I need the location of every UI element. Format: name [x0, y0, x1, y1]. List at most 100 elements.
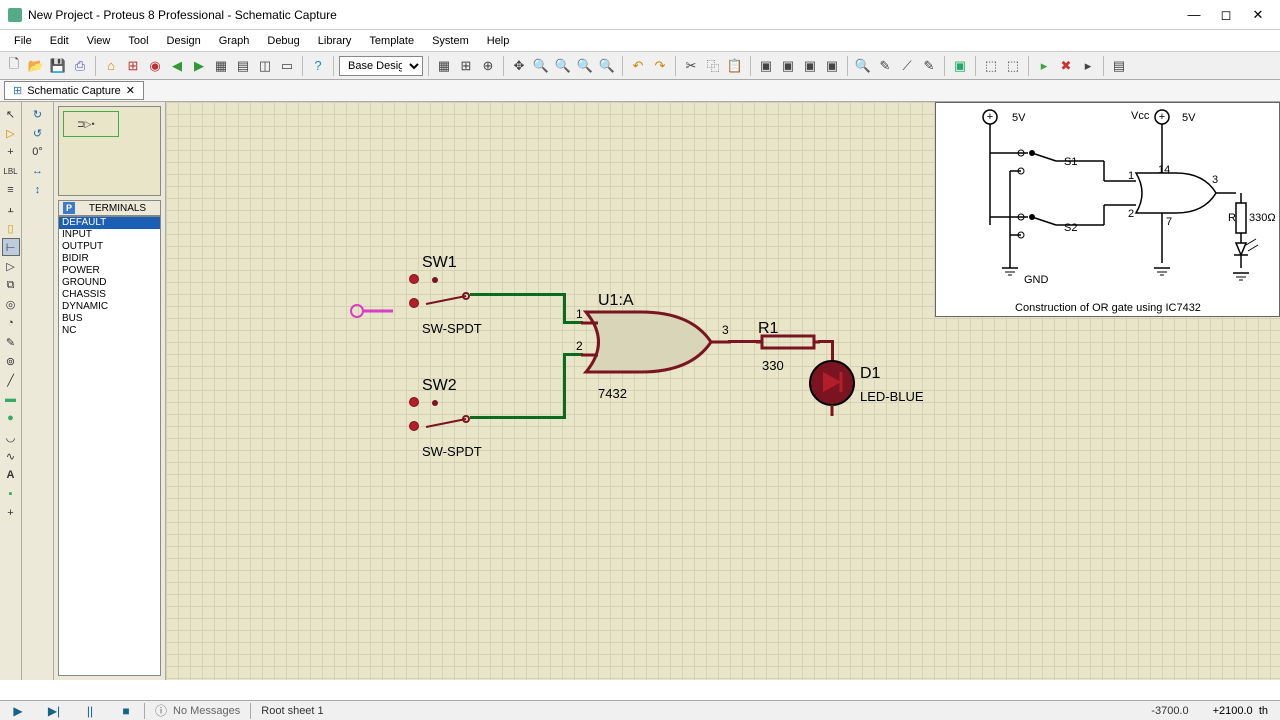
wire[interactable]: [563, 321, 583, 324]
home-icon[interactable]: ⌂: [101, 56, 121, 76]
messages-area[interactable]: ⓘ No Messages: [145, 702, 250, 719]
list-item[interactable]: DEFAULT: [59, 217, 160, 229]
mirror-v-icon[interactable]: ↕: [25, 181, 51, 199]
symbol-mode-icon[interactable]: ▪: [2, 485, 20, 503]
box-mode-icon[interactable]: ▬: [2, 390, 20, 408]
terminals-list[interactable]: DEFAULT INPUT OUTPUT BIDIR POWER GROUND …: [58, 216, 161, 676]
bus-mode-icon[interactable]: ⫠: [2, 200, 20, 218]
zoom-area-icon[interactable]: 🔍: [597, 56, 617, 76]
stop-button[interactable]: ■: [108, 704, 144, 718]
undo-icon[interactable]: ↶: [628, 56, 648, 76]
menu-tool[interactable]: Tool: [120, 33, 156, 49]
netlist-icon[interactable]: ▤: [1109, 56, 1129, 76]
pin-mode-icon[interactable]: ▷: [2, 257, 20, 275]
minimize-button[interactable]: —: [1180, 7, 1208, 23]
find-icon[interactable]: 🔍: [853, 56, 873, 76]
property-icon[interactable]: ✎: [875, 56, 895, 76]
zoom-out-icon[interactable]: 🔍: [553, 56, 573, 76]
design-variant-combo[interactable]: Base Design: [339, 56, 423, 76]
list-item[interactable]: INPUT: [59, 229, 160, 241]
subcircuit-mode-icon[interactable]: ▯: [2, 219, 20, 237]
paste-icon[interactable]: 📋: [725, 56, 745, 76]
list-item[interactable]: DYNAMIC: [59, 301, 160, 313]
pcb-icon[interactable]: ◉: [145, 56, 165, 76]
list-item[interactable]: POWER: [59, 265, 160, 277]
terminal-mode-icon[interactable]: ⊢: [2, 238, 20, 256]
tab-close-icon[interactable]: ✕: [126, 84, 135, 97]
wire[interactable]: [563, 353, 583, 356]
wire[interactable]: [563, 293, 566, 323]
menu-template[interactable]: Template: [361, 33, 422, 49]
erc-icon[interactable]: ▸: [1078, 56, 1098, 76]
marker-mode-icon[interactable]: +: [2, 504, 20, 522]
path-mode-icon[interactable]: ∿: [2, 447, 20, 465]
resistor-symbol[interactable]: [756, 334, 820, 352]
menu-edit[interactable]: Edit: [42, 33, 77, 49]
sw2-pin-a[interactable]: [409, 397, 419, 407]
gerber-icon[interactable]: ▭: [277, 56, 297, 76]
tab-schematic[interactable]: ⊞ Schematic Capture ✕: [4, 81, 144, 100]
line-mode-icon[interactable]: ╱: [2, 371, 20, 389]
sw1-pin-a[interactable]: [409, 274, 419, 284]
list-item[interactable]: OUTPUT: [59, 241, 160, 253]
rotate-cw-icon[interactable]: ↻: [25, 105, 51, 123]
block-rotate-icon[interactable]: ▣: [800, 56, 820, 76]
save-icon[interactable]: 💾: [48, 56, 68, 76]
graph-mode-icon[interactable]: ⧉: [2, 276, 20, 294]
pan-icon[interactable]: ✥: [509, 56, 529, 76]
text-mode-icon[interactable]: ≡: [2, 181, 20, 199]
selection-mode-icon[interactable]: ↖: [2, 105, 20, 123]
next-icon[interactable]: ▶: [189, 56, 209, 76]
instrument-mode-icon[interactable]: ⊚: [2, 352, 20, 370]
list-item[interactable]: GROUND: [59, 277, 160, 289]
menu-view[interactable]: View: [79, 33, 119, 49]
wire[interactable]: [470, 416, 566, 419]
p-icon[interactable]: P: [63, 202, 75, 214]
open-icon[interactable]: 📂: [26, 56, 46, 76]
probe-mode-icon[interactable]: ✎: [2, 333, 20, 351]
new-icon[interactable]: 🗋: [4, 56, 24, 76]
junction-mode-icon[interactable]: +: [2, 143, 20, 161]
component-mode-icon[interactable]: ▷: [2, 124, 20, 142]
list-item[interactable]: NC: [59, 325, 160, 337]
overview-panel[interactable]: ⊐▷•: [58, 106, 161, 196]
copy-icon[interactable]: ⿻: [703, 56, 723, 76]
snap-icon[interactable]: ⊞: [456, 56, 476, 76]
redo-icon[interactable]: ↷: [650, 56, 670, 76]
save-all-icon[interactable]: ⎙: [70, 56, 90, 76]
menu-library[interactable]: Library: [310, 33, 360, 49]
origin-icon[interactable]: ⊕: [478, 56, 498, 76]
menu-graph[interactable]: Graph: [211, 33, 258, 49]
maximize-button[interactable]: ◻: [1212, 7, 1240, 23]
prev-icon[interactable]: ◀: [167, 56, 187, 76]
step-button[interactable]: ▶|: [36, 704, 72, 718]
sw2-pin-b[interactable]: [409, 421, 419, 431]
led-symbol[interactable]: [807, 358, 857, 418]
list-item[interactable]: CHASSIS: [59, 289, 160, 301]
circle-mode-icon[interactable]: ●: [2, 409, 20, 427]
arc-mode-icon[interactable]: ◡: [2, 428, 20, 446]
close-button[interactable]: ✕: [1244, 7, 1272, 23]
block-copy-icon[interactable]: ▣: [756, 56, 776, 76]
or-gate-symbol[interactable]: [581, 307, 731, 377]
menu-design[interactable]: Design: [159, 33, 209, 49]
menu-debug[interactable]: Debug: [259, 33, 307, 49]
generator-mode-icon[interactable]: ◔: [2, 314, 20, 332]
zoom-in-icon[interactable]: 🔍: [531, 56, 551, 76]
help-icon[interactable]: ?: [308, 56, 328, 76]
tool4-icon[interactable]: ✎: [919, 56, 939, 76]
report-icon[interactable]: ✖: [1056, 56, 1076, 76]
block-delete-icon[interactable]: ▣: [822, 56, 842, 76]
toggle-grid-icon[interactable]: ▦: [434, 56, 454, 76]
text2-mode-icon[interactable]: A: [2, 466, 20, 484]
3d-icon[interactable]: ◫: [255, 56, 275, 76]
wire-tool-icon[interactable]: ⟋: [897, 56, 917, 76]
block-move-icon[interactable]: ▣: [778, 56, 798, 76]
list-item[interactable]: BIDIR: [59, 253, 160, 265]
menu-help[interactable]: Help: [479, 33, 518, 49]
menu-system[interactable]: System: [424, 33, 477, 49]
make-device-icon[interactable]: ▣: [950, 56, 970, 76]
label-mode-icon[interactable]: LBL: [2, 162, 20, 180]
wire[interactable]: [563, 355, 566, 419]
tape-mode-icon[interactable]: ◎: [2, 295, 20, 313]
